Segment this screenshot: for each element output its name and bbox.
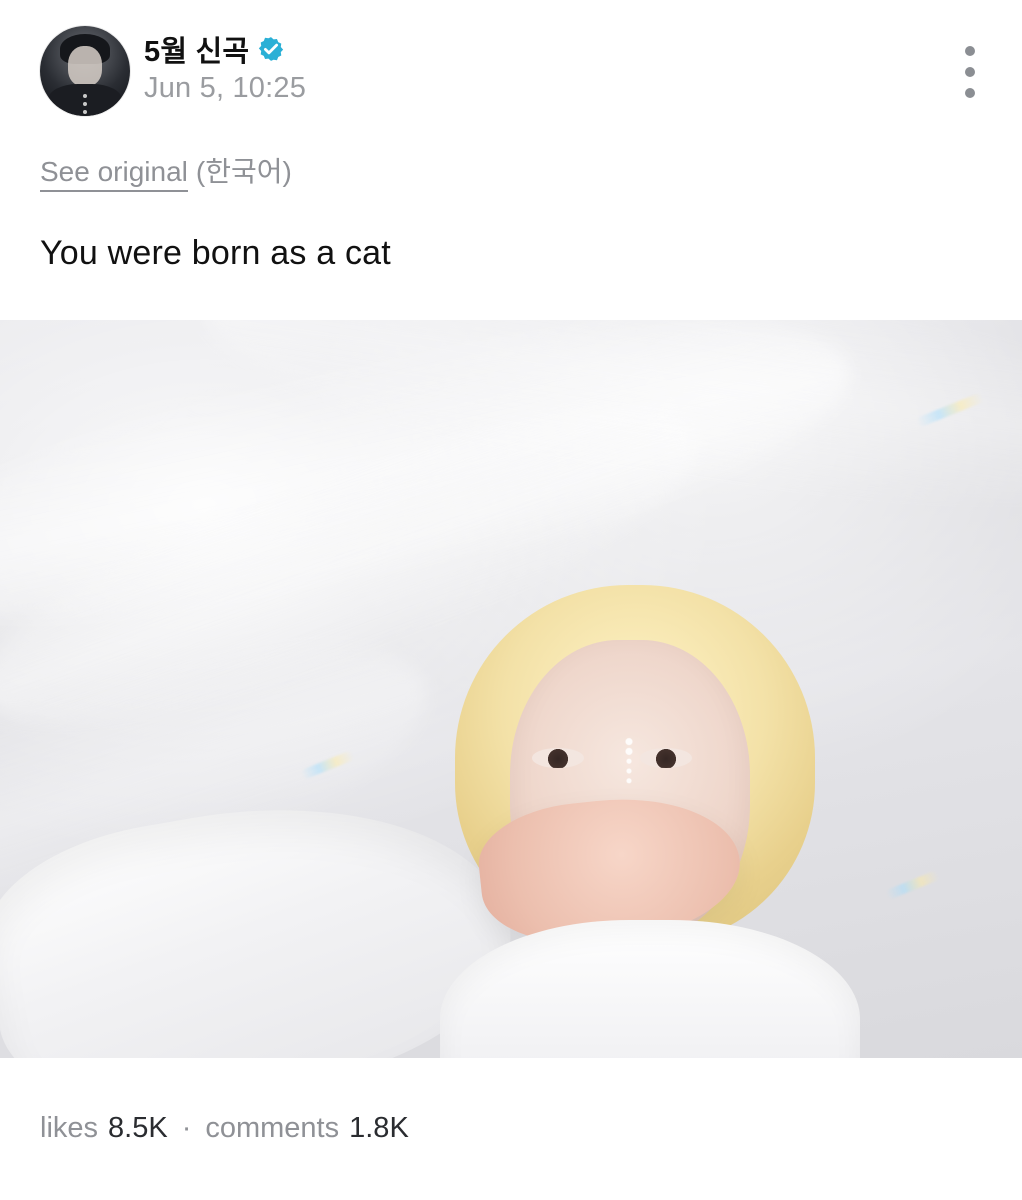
person-photo bbox=[0, 570, 920, 1058]
author-name[interactable]: 5월 신곡 bbox=[144, 28, 249, 70]
post-header: 5월 신곡 Jun 5, 10:25 bbox=[40, 26, 1000, 122]
avatar-face bbox=[68, 46, 102, 86]
post-timestamp: Jun 5, 10:25 bbox=[144, 72, 307, 104]
author-avatar[interactable] bbox=[40, 26, 130, 116]
eye bbox=[532, 748, 584, 768]
eye bbox=[640, 748, 692, 768]
comments-count[interactable]: 1.8K bbox=[349, 1112, 409, 1145]
see-original-link[interactable]: See original bbox=[40, 156, 188, 192]
likes-label[interactable]: likes bbox=[40, 1112, 98, 1145]
translation-row: See original (한국어) bbox=[40, 150, 292, 192]
avatar-coat bbox=[48, 84, 122, 116]
post-text: You were born as a cat bbox=[40, 234, 391, 272]
post-media[interactable] bbox=[0, 320, 1022, 1058]
original-language-note: (한국어) bbox=[195, 156, 292, 187]
stats-separator: · bbox=[181, 1112, 192, 1144]
author-row: 5월 신곡 bbox=[144, 28, 285, 70]
post-stats: likes 8.5K · comments 1.8K bbox=[40, 1112, 409, 1145]
verified-badge-icon bbox=[259, 37, 284, 61]
more-vertical-icon bbox=[965, 46, 975, 56]
more-vertical-icon bbox=[965, 88, 975, 98]
comments-label[interactable]: comments bbox=[205, 1112, 339, 1145]
more-options-button[interactable] bbox=[962, 46, 978, 98]
more-vertical-icon bbox=[965, 67, 975, 77]
nose-gems bbox=[622, 736, 636, 806]
likes-count[interactable]: 8.5K bbox=[108, 1112, 168, 1145]
